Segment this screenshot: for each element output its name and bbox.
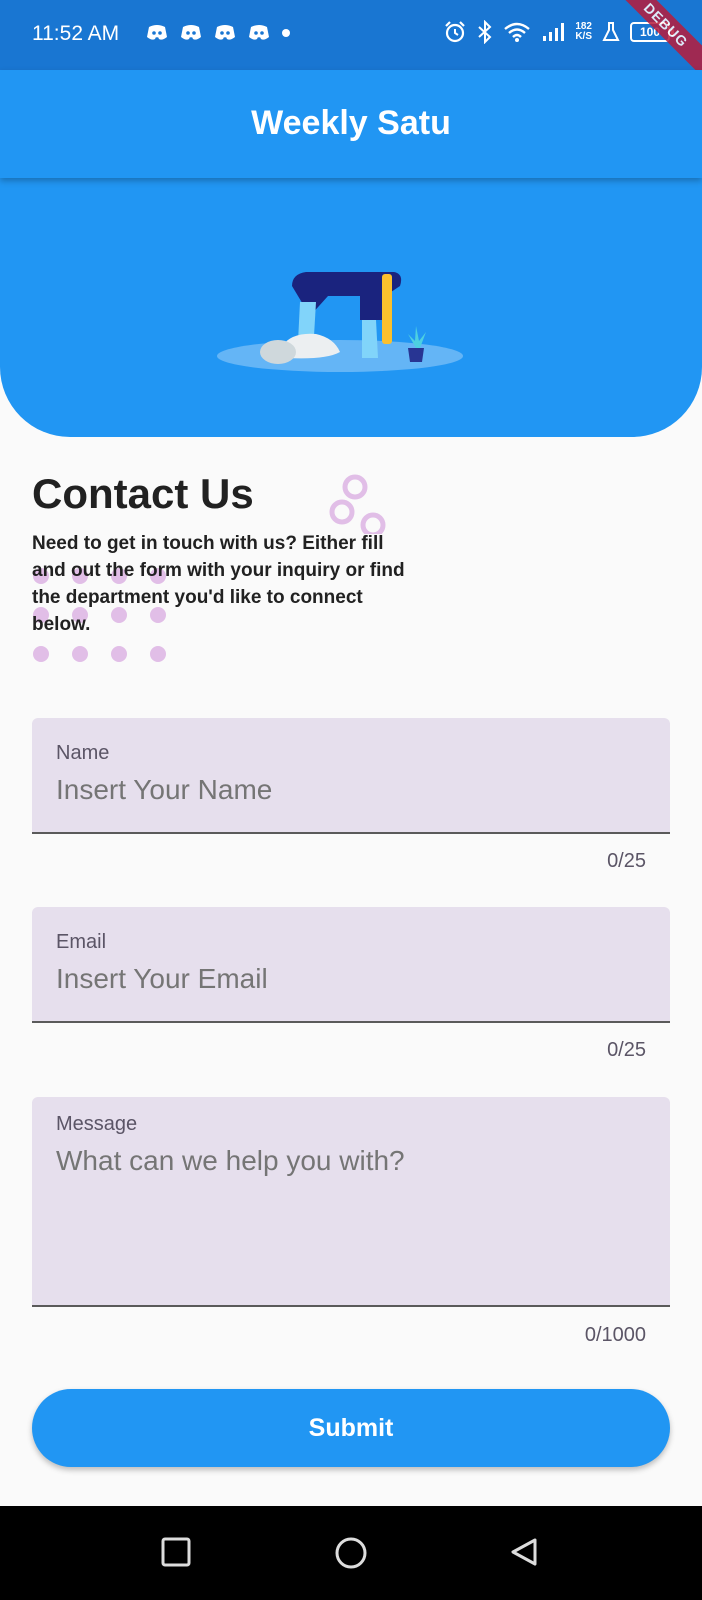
message-input[interactable] xyxy=(56,1145,636,1285)
email-field[interactable]: Email xyxy=(32,907,670,1023)
hero-illustration xyxy=(217,272,463,372)
contact-title: Contact Us xyxy=(32,470,254,517)
navigation-bar xyxy=(0,1506,702,1600)
lab-icon xyxy=(602,22,620,41)
back-icon[interactable] xyxy=(508,1536,540,1568)
discord-icon xyxy=(181,25,201,40)
name-input[interactable] xyxy=(56,774,636,806)
message-field[interactable]: Message xyxy=(32,1097,670,1307)
contact-description: Need to get in touch with us? Either fil… xyxy=(32,533,405,635)
name-field[interactable]: Name xyxy=(32,718,670,834)
app-bar: Weekly Satu xyxy=(0,70,702,178)
message-field-label: Message xyxy=(56,1113,138,1135)
app-title: Weekly Satu xyxy=(251,104,451,142)
submit-button[interactable]: Submit xyxy=(32,1389,670,1467)
email-input[interactable] xyxy=(56,963,636,995)
message-counter: 0/1000 xyxy=(584,1324,646,1346)
network-speed: 182 K/S xyxy=(575,22,592,42)
decorative-rings xyxy=(329,474,386,534)
home-icon[interactable] xyxy=(334,1536,368,1570)
signal-icon xyxy=(543,23,565,41)
status-time: 11:52 AM xyxy=(32,22,120,45)
status-bar: 11:52 AM 182 K/S 100 DEBUG xyxy=(0,0,702,83)
discord-icon xyxy=(249,25,269,40)
bluetooth-icon xyxy=(478,20,492,44)
name-field-label: Name xyxy=(56,742,110,764)
speed-unit: K/S xyxy=(575,31,592,42)
alarm-icon xyxy=(445,21,466,43)
notification-icons xyxy=(146,24,290,42)
name-counter: 0/25 xyxy=(607,850,646,872)
wifi-icon xyxy=(504,22,531,42)
discord-icon xyxy=(147,25,167,40)
email-field-label: Email xyxy=(56,931,107,953)
email-counter: 0/25 xyxy=(607,1039,646,1061)
more-notifications-dot xyxy=(282,29,290,37)
status-icons: 182 K/S 100 xyxy=(443,20,674,44)
discord-icon xyxy=(215,25,235,40)
recents-icon[interactable] xyxy=(160,1536,192,1568)
